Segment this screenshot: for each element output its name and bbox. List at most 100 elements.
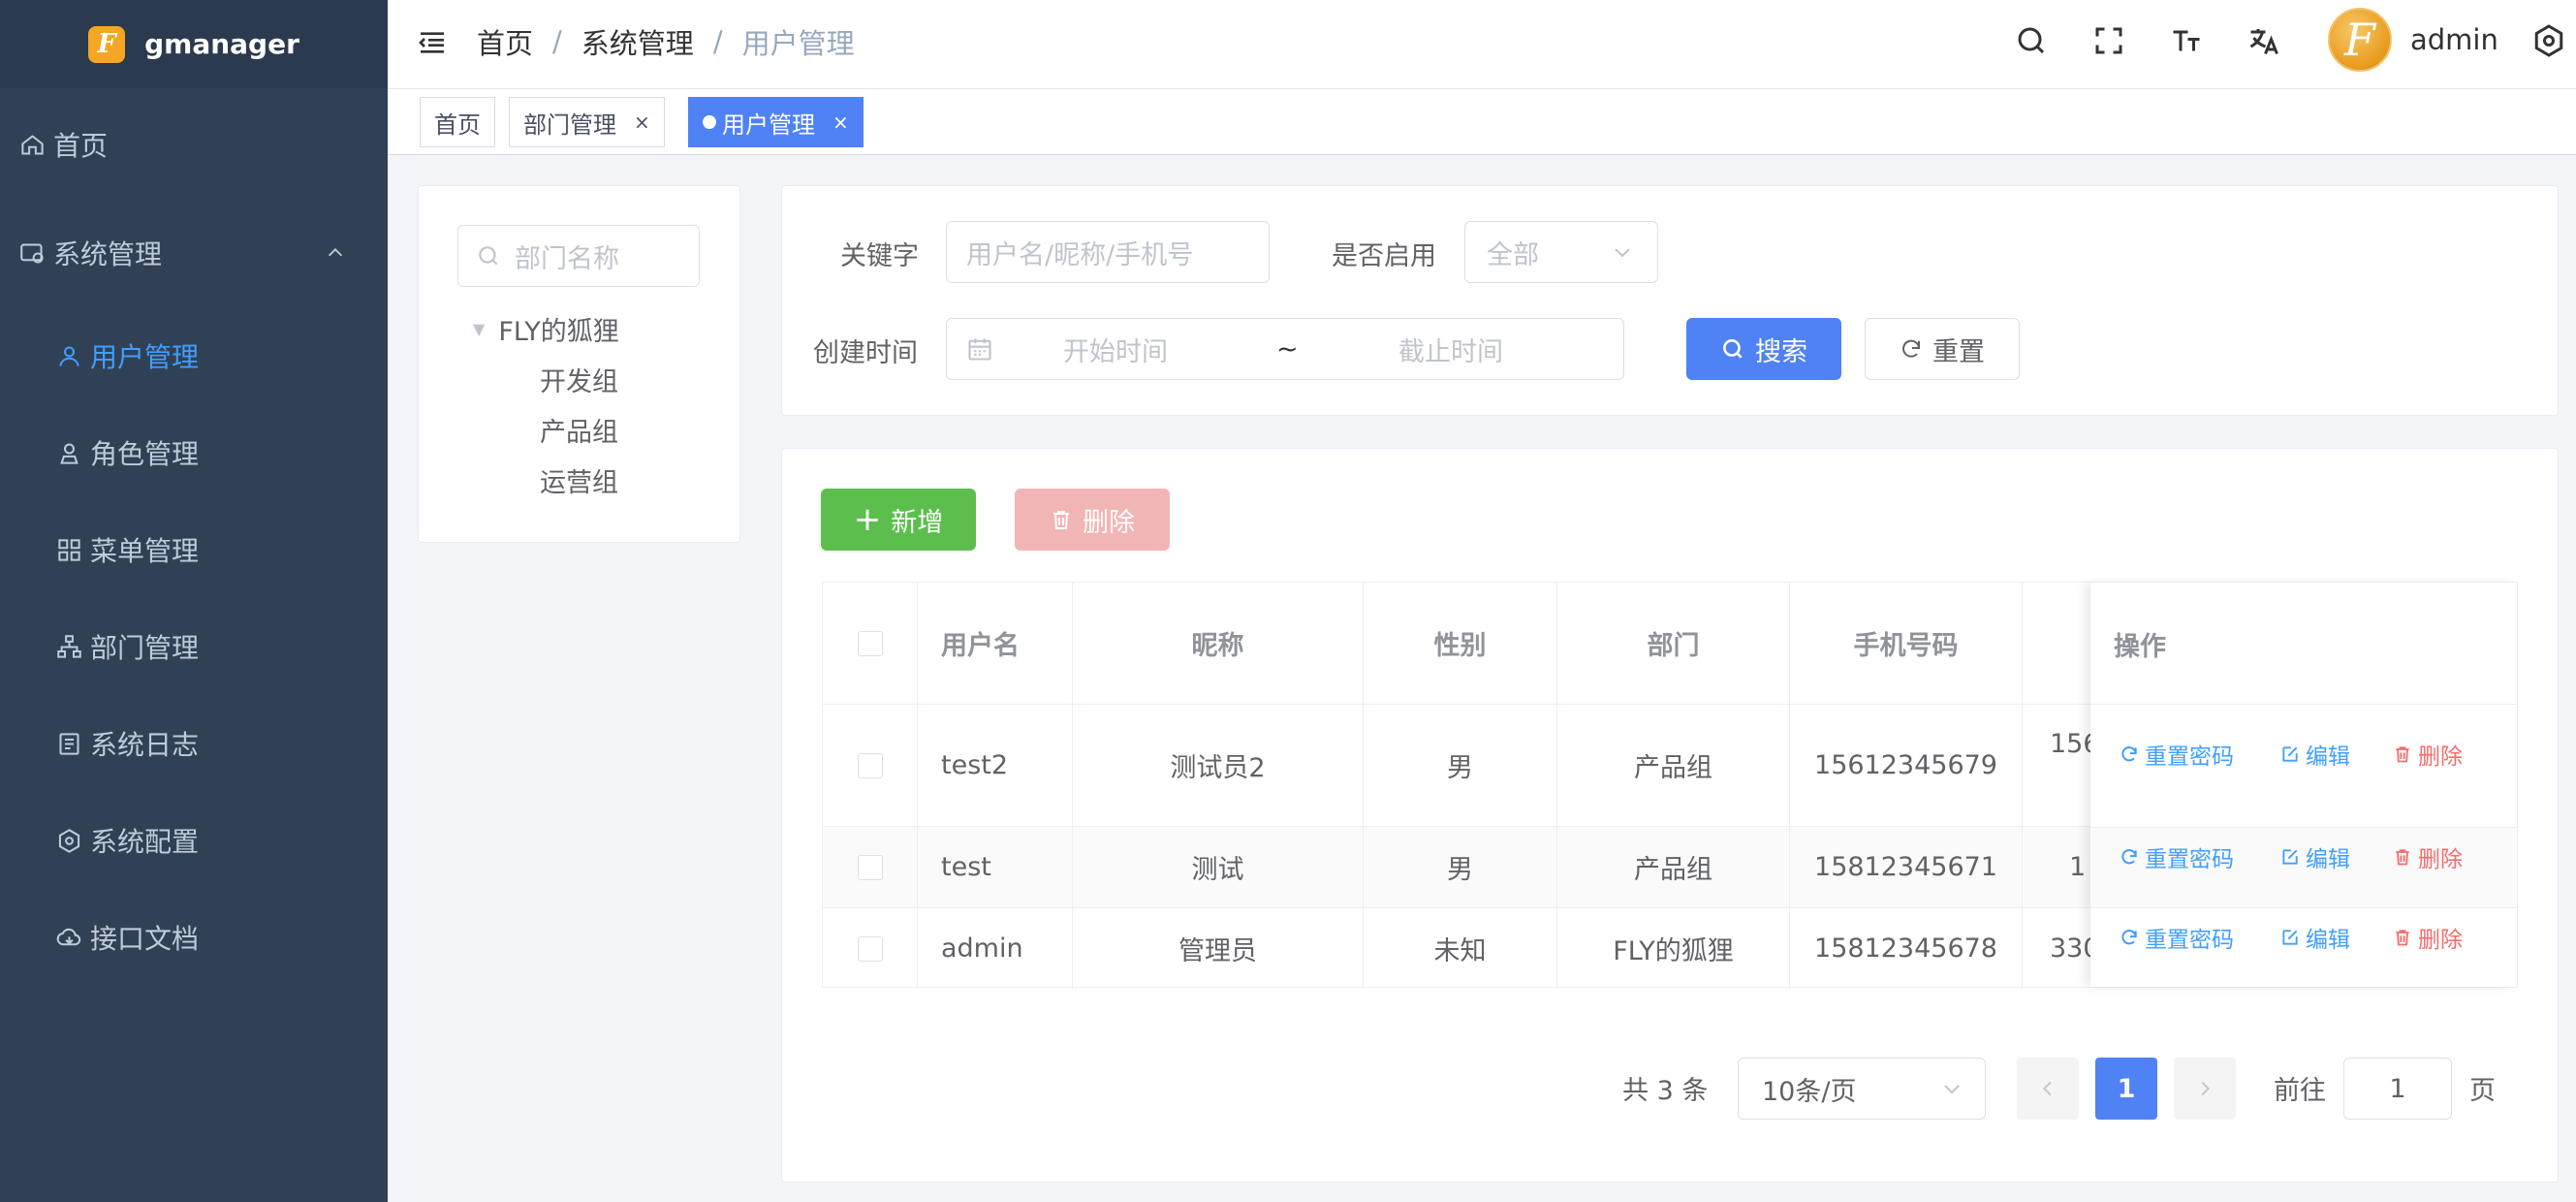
page-size-value: 10条/页 — [1762, 1076, 1857, 1107]
enabled-label: 是否启用 — [1332, 241, 1436, 271]
delete-button-label: 删除 — [1083, 507, 1135, 538]
breadcrumb-home[interactable]: 首页 — [477, 21, 533, 62]
trash-icon — [1053, 511, 1069, 529]
reset-password-button[interactable]: 重置密码 — [2120, 840, 2234, 873]
tag-users[interactable]: 用户管理 × — [688, 97, 864, 147]
reset-password-button[interactable]: 重置密码 — [2120, 738, 2234, 771]
cell-phone: 15812345671 — [1790, 827, 2023, 907]
sidebar-item-menus[interactable]: 菜单管理 — [56, 530, 199, 569]
search-icon[interactable] — [2014, 23, 2049, 58]
sidebar-item-depts[interactable]: 部门管理 — [56, 627, 199, 666]
reset-password-button[interactable]: 重置密码 — [2120, 921, 2234, 954]
goto-page-input[interactable]: 1 — [2343, 1058, 2452, 1120]
add-user-button[interactable]: + 新增 — [821, 489, 976, 551]
breadcrumb-system[interactable]: 系统管理 — [581, 21, 694, 62]
sidebar-item-logs[interactable]: 系统日志 — [56, 724, 199, 763]
next-page-button[interactable] — [2174, 1058, 2236, 1120]
header-dept: 部门 — [1557, 583, 1790, 704]
cell-phone: 15812345678 — [1790, 908, 2023, 989]
page-size-select[interactable]: 10条/页 — [1738, 1058, 1986, 1120]
end-time-input[interactable]: 截止时间 — [1398, 331, 1503, 368]
sidebar-item-label: 系统配置 — [90, 826, 200, 858]
refresh-icon — [2121, 930, 2137, 945]
tree-node-root[interactable]: ▼ FLY的狐狸 — [473, 310, 619, 348]
keyword-input[interactable]: 用户名/昵称/手机号 — [946, 221, 1270, 283]
sidebar-item-api-docs[interactable]: 接口文档 — [56, 918, 199, 957]
sidebar-item-system[interactable]: 系统管理 — [19, 234, 359, 272]
sidebar-item-label: 部门管理 — [90, 632, 200, 664]
edit-button[interactable]: 编辑 — [2280, 738, 2350, 771]
sidebar-item-label: 菜单管理 — [90, 535, 200, 567]
reset-password-label: 重置密码 — [2145, 847, 2234, 872]
edit-icon — [2282, 930, 2298, 945]
reset-button[interactable]: 重置 — [1865, 318, 2020, 380]
sidebar-item-label: 首页 — [53, 130, 109, 162]
tree-node-dev[interactable]: 开发组 — [540, 361, 618, 398]
close-icon[interactable]: × — [832, 111, 849, 134]
home-icon — [21, 134, 44, 155]
total-count: 共 3 条 — [1622, 1075, 1709, 1106]
brand[interactable]: F gmanager — [0, 0, 388, 88]
sidebar-item-home[interactable]: 首页 — [19, 125, 108, 164]
page-suffix: 页 — [2469, 1075, 2496, 1106]
reset-password-label: 重置密码 — [2145, 744, 2234, 770]
checkbox[interactable] — [857, 854, 883, 880]
tree-node-ops[interactable]: 运营组 — [540, 461, 618, 499]
tree-node-product[interactable]: 产品组 — [540, 411, 618, 449]
chevron-left-icon — [2043, 1081, 2052, 1096]
tag-depts[interactable]: 部门管理 × — [509, 97, 665, 147]
range-separator: ~ — [1276, 333, 1299, 364]
dept-search-input[interactable]: 部门名称 — [457, 225, 700, 287]
edit-button[interactable]: 编辑 — [2280, 921, 2350, 954]
tag-home[interactable]: 首页 — [420, 97, 495, 147]
operations-column: 操作 重置密码 编辑 删除 重置密码 编辑 删除 重置密码 编辑 删除 — [2090, 583, 2517, 987]
prev-page-button[interactable] — [2017, 1058, 2079, 1120]
row-select[interactable] — [823, 908, 918, 989]
checkbox[interactable] — [857, 935, 883, 962]
delete-row-button[interactable]: 删除 — [2393, 738, 2463, 771]
sidebar-item-label: 系统管理 — [53, 238, 163, 270]
row-select[interactable] — [823, 705, 918, 826]
sidebar-item-users[interactable]: 用户管理 — [56, 336, 199, 375]
enabled-select[interactable]: 全部 — [1464, 221, 1658, 283]
goto-page-value: 1 — [2389, 1073, 2406, 1104]
breadcrumb-separator: / — [712, 25, 723, 58]
sidebar-item-roles[interactable]: 角色管理 — [56, 433, 199, 472]
delete-users-button[interactable]: 删除 — [1015, 489, 1170, 551]
date-range-picker[interactable]: 开始时间 ~ 截止时间 — [946, 318, 1624, 380]
delete-label: 删除 — [2418, 744, 2463, 770]
config-icon — [58, 828, 80, 853]
settings-icon[interactable] — [2531, 23, 2566, 58]
delete-label: 删除 — [2418, 928, 2463, 953]
row-select[interactable] — [823, 827, 918, 907]
page-number-current[interactable]: 1 — [2095, 1058, 2157, 1120]
app-logo: F — [88, 25, 126, 63]
dept-tree-panel: 部门名称 ▼ FLY的狐狸 开发组 产品组 运营组 — [418, 185, 740, 543]
start-time-input[interactable]: 开始时间 — [1063, 331, 1168, 368]
keyword-label: 关键字 — [840, 241, 919, 271]
header-select-all[interactable] — [823, 583, 918, 704]
sidebar: F gmanager 首页 系统管理 用户管理 角色管理 菜单管理 部门管理 系… — [0, 0, 388, 1202]
delete-row-button[interactable]: 删除 — [2393, 840, 2463, 873]
sidebar-item-config[interactable]: 系统配置 — [56, 821, 199, 860]
search-button-label: 搜索 — [1755, 336, 1807, 367]
translate-icon[interactable] — [2246, 23, 2281, 58]
checkbox[interactable] — [857, 630, 883, 656]
username[interactable]: admin — [2410, 23, 2498, 56]
role-icon — [60, 442, 79, 464]
edit-button[interactable]: 编辑 — [2280, 840, 2350, 873]
breadcrumb-separator: / — [552, 25, 562, 58]
delete-row-button[interactable]: 删除 — [2393, 921, 2463, 954]
font-size-icon[interactable] — [2169, 23, 2204, 58]
avatar[interactable]: F — [2328, 8, 2392, 72]
search-button[interactable]: 搜索 — [1686, 318, 1841, 380]
user-icon — [59, 345, 79, 366]
checkbox[interactable] — [857, 752, 883, 778]
fullscreen-icon[interactable] — [2091, 23, 2126, 58]
calendar-icon — [968, 338, 991, 361]
tag-label: 用户管理 — [722, 111, 815, 139]
plus-icon: + — [853, 500, 882, 539]
tag-label: 首页 — [434, 111, 481, 139]
collapse-menu-icon[interactable] — [417, 27, 448, 58]
close-icon[interactable]: × — [634, 111, 650, 134]
